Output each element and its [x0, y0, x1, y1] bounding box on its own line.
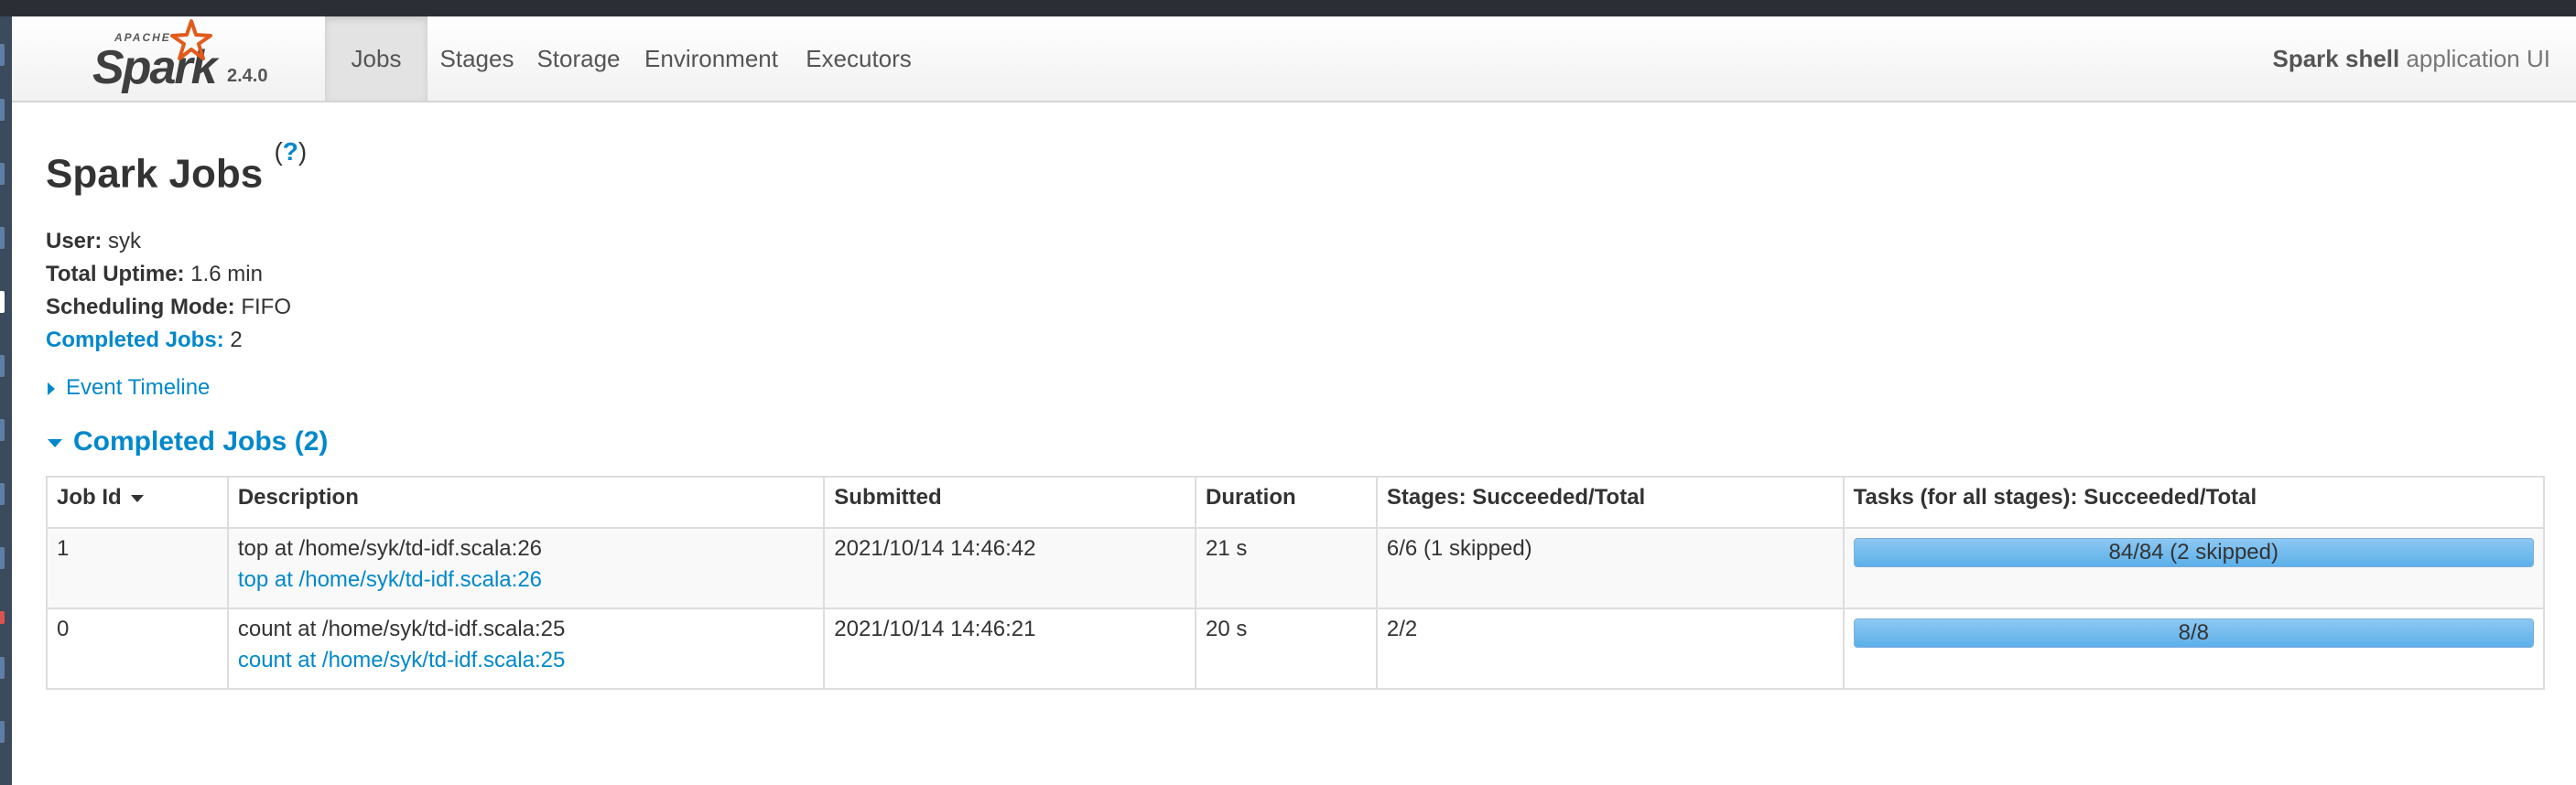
- header-job-id[interactable]: Job Id: [46, 476, 229, 529]
- completed-jobs-link[interactable]: Completed Jobs:: [46, 328, 224, 352]
- header-duration[interactable]: Duration: [1195, 476, 1378, 529]
- header-description[interactable]: Description: [226, 476, 826, 529]
- sort-desc-icon: [130, 494, 144, 502]
- top-navbar: APACHE Spark 2.4.0 Jobs Stages Storage E…: [12, 16, 2576, 102]
- event-timeline-label: Event Timeline: [66, 375, 211, 400]
- cell-stages: 2/2: [1375, 608, 1845, 690]
- help-sup: (?): [274, 137, 308, 166]
- summary-list: User: syk Total Uptime: 1.6 min Scheduli…: [46, 225, 291, 357]
- header-tasks[interactable]: Tasks (for all stages): Succeeded/Total: [1842, 476, 2546, 529]
- caret-right-icon: [48, 382, 55, 395]
- description-link[interactable]: top at /home/syk/td-idf.scala:26: [238, 567, 814, 593]
- cell-job-id: 0: [46, 608, 229, 690]
- event-timeline-toggle[interactable]: Event Timeline: [48, 375, 210, 401]
- header-job-id-label: Job Id: [57, 485, 122, 510]
- table-header-row: Job Id Description Submitted Duration St…: [46, 476, 2546, 529]
- tab-environment[interactable]: Environment: [631, 16, 792, 101]
- tab-storage[interactable]: Storage: [526, 16, 631, 101]
- completed-jobs-toggle[interactable]: Completed Jobs (2): [48, 426, 328, 457]
- tasks-progress-label: 84/84 (2 skipped): [2108, 540, 2278, 565]
- spark-star-icon: [170, 19, 212, 60]
- tasks-progress-bar: 8/8: [1853, 618, 2534, 648]
- window-top-strip: [0, 0, 2576, 16]
- summary-uptime: Total Uptime: 1.6 min: [46, 258, 291, 291]
- table-row: 1 top at /home/syk/td-idf.scala:26 top a…: [46, 527, 2546, 609]
- left-window-edge: [0, 16, 12, 785]
- caret-down-icon: [48, 438, 62, 447]
- cell-tasks: 84/84 (2 skipped): [1842, 527, 2546, 609]
- page-title: Spark Jobs (?): [46, 137, 307, 198]
- tab-stages[interactable]: Stages: [428, 16, 526, 101]
- summary-mode: Scheduling Mode: FIFO: [46, 291, 291, 324]
- cell-job-id: 1: [46, 527, 229, 609]
- cell-submitted: 2021/10/14 14:46:42: [823, 527, 1196, 609]
- completed-jobs-heading: Completed Jobs (2): [73, 426, 329, 457]
- cell-duration: 21 s: [1195, 527, 1378, 609]
- spark-logo[interactable]: APACHE Spark 2.4.0: [76, 18, 287, 99]
- completed-jobs-value: 2: [230, 328, 243, 352]
- tasks-progress-label: 8/8: [2178, 620, 2209, 645]
- description-text: count at /home/syk/td-idf.scala:25: [237, 617, 566, 641]
- mode-label: Scheduling Mode:: [46, 295, 235, 319]
- summary-completed: Completed Jobs: 2: [46, 324, 291, 357]
- uptime-value: 1.6 min: [190, 262, 263, 286]
- description-link[interactable]: count at /home/syk/td-idf.scala:25: [238, 648, 814, 673]
- uptime-label: Total Uptime:: [46, 262, 185, 286]
- spark-version: 2.4.0: [227, 66, 268, 86]
- header-stages[interactable]: Stages: Succeeded/Total: [1375, 476, 1845, 529]
- cell-duration: 20 s: [1195, 608, 1378, 690]
- app-name-bold: Spark shell: [2272, 45, 2400, 72]
- mode-value: FIFO: [241, 295, 291, 319]
- page-title-text: Spark Jobs: [46, 151, 264, 197]
- tab-executors[interactable]: Executors: [792, 16, 925, 101]
- cell-tasks: 8/8: [1842, 608, 2546, 690]
- tasks-progress-bar: 84/84 (2 skipped): [1853, 538, 2534, 567]
- app-name-suffix: application UI: [2399, 45, 2550, 72]
- user-label: User:: [46, 229, 103, 253]
- cell-submitted: 2021/10/14 14:46:21: [823, 608, 1196, 690]
- completed-jobs-table: Job Id Description Submitted Duration St…: [46, 476, 2546, 690]
- tab-jobs[interactable]: Jobs: [325, 16, 428, 101]
- summary-user: User: syk: [46, 225, 291, 258]
- user-value: syk: [108, 229, 142, 253]
- cell-description: top at /home/syk/td-idf.scala:26 top at …: [226, 527, 826, 609]
- cell-stages: 6/6 (1 skipped): [1375, 527, 1845, 609]
- application-name: Spark shell application UI: [2273, 16, 2551, 101]
- description-text: top at /home/syk/td-idf.scala:26: [237, 536, 543, 561]
- help-link[interactable]: ?: [283, 137, 298, 166]
- cell-description: count at /home/syk/td-idf.scala:25 count…: [226, 608, 826, 690]
- table-row: 0 count at /home/syk/td-idf.scala:25 cou…: [46, 608, 2546, 690]
- header-submitted[interactable]: Submitted: [823, 476, 1196, 529]
